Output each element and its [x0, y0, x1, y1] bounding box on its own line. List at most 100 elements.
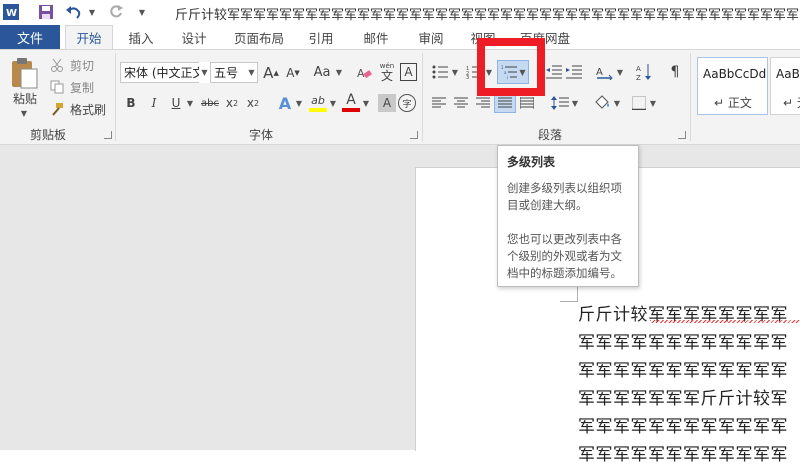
increase-indent-icon[interactable]	[564, 62, 584, 82]
borders-dropdown-icon[interactable]: ▼	[648, 94, 658, 112]
shading-dropdown-icon[interactable]: ▼	[612, 94, 622, 112]
tab-review[interactable]: 审阅	[410, 25, 452, 49]
highlight-button[interactable]: ab	[309, 92, 327, 108]
shrink-font-button[interactable]: A ▼	[284, 62, 302, 83]
style-no-spacing-preview: AaBb	[776, 67, 800, 81]
svg-text:A: A	[636, 65, 641, 73]
subscript-mark: 2	[233, 98, 239, 108]
format-painter-button[interactable]: 格式刷	[68, 101, 108, 117]
sort-icon[interactable]: AZ	[634, 60, 654, 84]
font-launcher-icon[interactable]	[410, 131, 418, 139]
align-center-icon[interactable]	[452, 94, 470, 112]
tab-insert[interactable]: 插入	[120, 25, 162, 49]
subscript-base: x	[225, 96, 233, 110]
document-line: 军军军军军军军军军军军军	[578, 445, 788, 465]
spelling-underline	[650, 320, 800, 323]
font-name-dropdown-icon[interactable]: ▼	[199, 62, 210, 83]
bullets-dropdown-icon[interactable]: ▼	[450, 62, 460, 82]
paste-button[interactable]: 粘贴	[10, 90, 40, 106]
copy-button[interactable]: 复制	[68, 79, 96, 95]
clear-formatting-icon[interactable]: A	[354, 62, 374, 83]
tooltip-text: 档中的标题添加编号。	[507, 266, 622, 280]
svg-text:Z: Z	[636, 74, 641, 81]
justify-icon[interactable]	[494, 93, 516, 113]
tab-mailings[interactable]: 邮件	[355, 25, 397, 49]
text-effects-button[interactable]: A	[276, 93, 294, 113]
svg-text:A: A	[596, 67, 603, 78]
cut-icon[interactable]	[48, 57, 66, 73]
enclose-characters-button[interactable]: 字	[398, 94, 416, 112]
undo-dropdown-icon[interactable]: ▼	[86, 3, 98, 21]
align-left-icon[interactable]	[430, 94, 448, 112]
word-app-icon[interactable]: W	[2, 3, 20, 21]
grow-font-label: A	[263, 63, 274, 82]
document-line: 军军军军军军军军军军军军	[578, 361, 788, 381]
distributed-icon[interactable]	[518, 94, 536, 112]
paragraph-launcher-icon[interactable]	[678, 131, 686, 139]
show-paragraph-marks-icon[interactable]: ¶	[666, 62, 684, 82]
line-spacing-dropdown-icon[interactable]: ▼	[570, 94, 580, 112]
style-no-spacing[interactable]: AaBb ↵ 无	[770, 57, 800, 115]
redo-icon[interactable]	[106, 3, 126, 21]
highlight-dropdown-icon[interactable]: ▼	[328, 94, 338, 112]
font-name-value: 宋体 (中文正文	[124, 66, 205, 80]
tooltip-text: 个级别的外观或者为文	[507, 249, 622, 263]
phonetic-guide-button[interactable]: wén 文	[377, 59, 397, 85]
highlight-color-bar	[309, 108, 327, 112]
italic-button[interactable]: I	[145, 94, 163, 112]
change-case-button[interactable]: Aa	[310, 62, 334, 83]
tab-home[interactable]: 开始	[65, 25, 113, 49]
multilevel-list-tooltip: 多级列表 创建多级列表以组织项 目或创建大纲。 您也可以更改列表中各 个级别的外…	[497, 145, 639, 287]
font-group-label: 字体	[249, 128, 274, 142]
copy-icon[interactable]	[48, 79, 66, 95]
tooltip-title: 多级列表	[507, 155, 556, 169]
format-painter-icon[interactable]	[48, 101, 66, 117]
shading-icon[interactable]	[592, 93, 612, 111]
svg-text:W: W	[6, 8, 17, 19]
align-right-icon[interactable]	[474, 94, 492, 112]
highlight-frame	[477, 38, 545, 96]
font-size-dropdown-icon[interactable]: ▼	[246, 63, 257, 82]
document-line: 军军军军军军军军军军军军	[578, 417, 788, 437]
character-shading-button[interactable]: A	[378, 94, 396, 112]
font-name-combo[interactable]: 宋体 (中文正文	[120, 62, 210, 83]
undo-icon[interactable]	[64, 3, 84, 21]
style-no-spacing-label: ↵ 无	[783, 96, 800, 110]
style-normal[interactable]: AaBbCcDd ↵ 正文	[697, 57, 768, 115]
tab-references[interactable]: 引用	[300, 25, 342, 49]
change-case-dropdown-icon[interactable]: ▼	[334, 62, 344, 83]
clipboard-launcher-icon[interactable]	[104, 131, 112, 139]
tab-design[interactable]: 设计	[173, 25, 215, 49]
borders-icon[interactable]	[630, 94, 648, 112]
grow-font-button[interactable]: A ▲	[262, 62, 280, 83]
font-color-button[interactable]: A	[342, 92, 360, 108]
subscript-button[interactable]: x2	[223, 94, 241, 112]
style-normal-preview: AaBbCcDd	[703, 67, 767, 81]
decrease-indent-icon[interactable]	[544, 62, 564, 82]
bold-button[interactable]: B	[122, 94, 140, 112]
document-line: 军军军军军军军斤斤计较军	[578, 389, 788, 409]
underline-button[interactable]: U	[167, 94, 185, 112]
text-effects-dropdown-icon[interactable]: ▼	[294, 94, 304, 112]
chinese-layout-dropdown-icon[interactable]: ▼	[615, 62, 625, 82]
paste-icon[interactable]	[6, 56, 42, 90]
tab-page-layout[interactable]: 页面布局	[228, 25, 290, 49]
strikethrough-button[interactable]: abc	[199, 94, 221, 112]
chinese-layout-icon[interactable]: A	[593, 62, 615, 82]
underline-dropdown-icon[interactable]: ▼	[185, 94, 195, 112]
tab-file[interactable]: 文件	[0, 25, 60, 49]
save-icon[interactable]	[36, 3, 56, 21]
superscript-button[interactable]: x2	[244, 94, 262, 112]
character-border-button[interactable]: A	[400, 63, 417, 81]
cut-button[interactable]: 剪切	[68, 57, 96, 73]
paragraph-group-label: 段落	[538, 128, 563, 142]
separator	[690, 53, 691, 141]
bullets-icon[interactable]	[430, 62, 450, 82]
line-spacing-icon[interactable]	[550, 94, 570, 112]
customize-qat-icon[interactable]: ▼	[136, 3, 148, 21]
paste-dropdown-icon[interactable]: ▼	[17, 108, 31, 118]
font-color-dropdown-icon[interactable]: ▼	[361, 94, 371, 112]
document-title: 斤斤计较军军军军军军军军军军军军军军军军军军军军军军军军军军军军军军军军军军军军…	[175, 8, 800, 23]
style-normal-label: ↵ 正文	[714, 96, 752, 110]
superscript-base: x	[246, 96, 254, 110]
